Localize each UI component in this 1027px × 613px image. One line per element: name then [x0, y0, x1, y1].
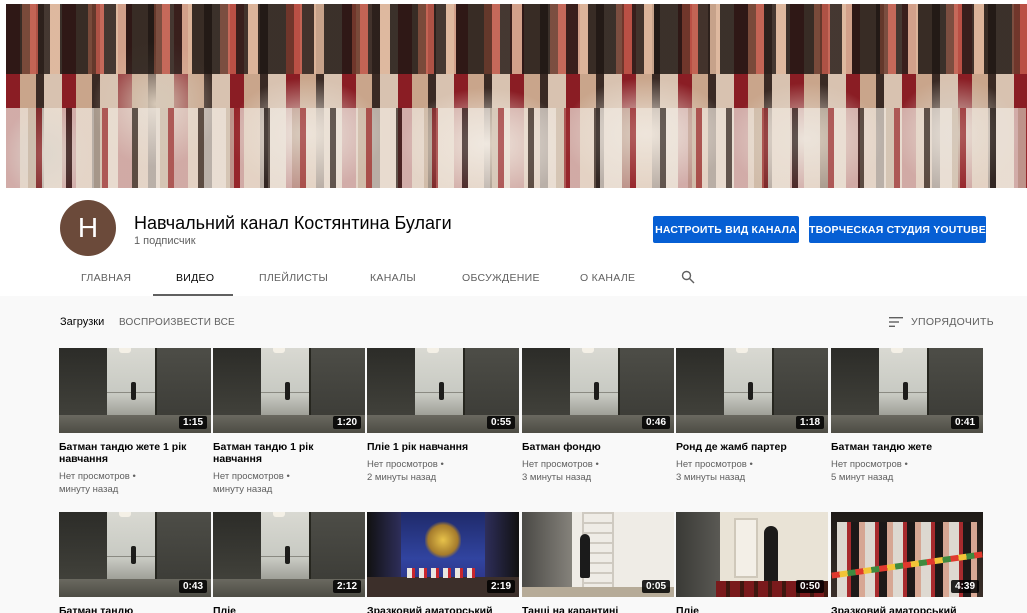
video-duration: 0:41	[950, 416, 979, 429]
video-title[interactable]: Пліе	[213, 605, 365, 613]
video-views: Нет просмотров •	[213, 471, 290, 482]
subscriber-count: 1 подписчик	[134, 235, 196, 247]
channel-tabs: ГЛАВНАЯ ВИДЕО ПЛЕЙЛИСТЫ КАНАЛЫ ОБСУЖДЕНИ…	[0, 262, 1027, 296]
channel-name: Навчальний канал Костянтина Булаги	[134, 213, 452, 233]
video-time: 3 минуты назад	[676, 472, 746, 483]
video-thumbnail[interactable]: 0:50	[676, 512, 828, 597]
video-card[interactable]: 2:19 Зразковий аматорський	[367, 512, 519, 613]
video-thumbnail[interactable]: 0:43	[59, 512, 211, 597]
tab-discussion[interactable]: ОБСУЖДЕНИЕ	[462, 272, 540, 284]
video-title[interactable]: Батман тандю	[59, 605, 211, 613]
video-title[interactable]: Зразковий аматорський	[831, 605, 983, 613]
video-card[interactable]: 0:50 Пліе	[676, 512, 828, 613]
video-title[interactable]: Ронд де жамб партер	[676, 441, 828, 453]
video-duration: 0:46	[641, 416, 670, 429]
video-time: минуту назад	[213, 484, 273, 495]
video-duration: 0:43	[178, 580, 207, 593]
sort-button[interactable]: УПОРЯДОЧИТЬ	[911, 316, 994, 328]
search-icon[interactable]	[681, 270, 695, 284]
video-thumbnail[interactable]: 1:15	[59, 348, 211, 433]
video-duration: 1:18	[795, 416, 824, 429]
video-title[interactable]: Батман тандю жете	[831, 441, 983, 453]
avatar-letter: Н	[77, 212, 99, 243]
video-title[interactable]: Пліе 1 рік навчання	[367, 441, 519, 453]
video-card[interactable]: 2:12 Пліе	[213, 512, 365, 613]
video-thumbnail[interactable]: 1:20	[213, 348, 365, 433]
video-card[interactable]: 1:15 Батман тандю жете 1 рік навчання Не…	[59, 348, 211, 496]
video-views: Нет просмотров •	[676, 459, 753, 470]
video-time: 3 минуты назад	[522, 472, 592, 483]
video-views: Нет просмотров •	[59, 471, 136, 482]
video-time: 2 минуты назад	[367, 472, 437, 483]
uploads-label: Загрузки	[60, 316, 105, 328]
video-thumbnail[interactable]: 2:12	[213, 512, 365, 597]
channel-banner	[6, 4, 1027, 188]
video-time: минуту назад	[59, 484, 119, 495]
video-views: Нет просмотров •	[831, 459, 908, 470]
channel-avatar[interactable]: Н	[60, 200, 116, 256]
video-views: Нет просмотров •	[522, 459, 599, 470]
video-duration: 1:15	[178, 416, 207, 429]
tab-videos[interactable]: ВИДЕО	[176, 272, 214, 284]
tab-home[interactable]: ГЛАВНАЯ	[81, 272, 131, 284]
youtube-studio-button[interactable]: ТВОРЧЕСКАЯ СТУДИЯ YOUTUBE	[809, 216, 986, 243]
video-thumbnail[interactable]: 4:39	[831, 512, 983, 597]
video-duration: 0:05	[641, 580, 670, 593]
video-card[interactable]: 0:46 Батман фондю Нет просмотров • 3 мину…	[522, 348, 674, 484]
video-duration: 2:19	[486, 580, 515, 593]
video-card[interactable]: 0:55 Пліе 1 рік навчання Нет просмотров …	[367, 348, 519, 484]
video-time: 5 минут назад	[831, 472, 894, 483]
customize-channel-button[interactable]: НАСТРОИТЬ ВИД КАНАЛА	[653, 216, 799, 243]
video-thumbnail[interactable]: 0:55	[367, 348, 519, 433]
video-title[interactable]: Зразковий аматорський	[367, 605, 519, 613]
video-duration: 0:55	[486, 416, 515, 429]
video-card[interactable]: 0:41 Батман тандю жете Нет просмотров • 5…	[831, 348, 983, 484]
video-card[interactable]: 4:39 Зразковий аматорський	[831, 512, 983, 613]
video-duration: 4:39	[950, 580, 979, 593]
video-duration: 1:20	[332, 416, 361, 429]
video-views: Нет просмотров •	[367, 459, 444, 470]
video-card[interactable]: 1:20 Батман тандю 1 рік навчання Нет про…	[213, 348, 365, 496]
video-title[interactable]: Батман фондю	[522, 441, 674, 453]
video-thumbnail[interactable]: 0:41	[831, 348, 983, 433]
video-title[interactable]: Батман тандю 1 рік навчання	[213, 441, 365, 465]
tab-about[interactable]: О КАНАЛЕ	[580, 272, 635, 284]
tab-playlists[interactable]: ПЛЕЙЛИСТЫ	[259, 272, 328, 284]
video-thumbnail[interactable]: 0:05	[522, 512, 674, 597]
video-duration: 2:12	[332, 580, 361, 593]
video-duration: 0:50	[795, 580, 824, 593]
video-title[interactable]: Пліе	[676, 605, 828, 613]
tab-channels[interactable]: КАНАЛЫ	[370, 272, 416, 284]
video-thumbnail[interactable]: 2:19	[367, 512, 519, 597]
video-card[interactable]: 1:18 Ронд де жамб партер Нет просмотров …	[676, 348, 828, 484]
video-thumbnail[interactable]: 0:46	[522, 348, 674, 433]
video-title[interactable]: Батман тандю жете 1 рік навчання	[59, 441, 211, 465]
video-card[interactable]: 0:05 Танці на карантині	[522, 512, 674, 613]
video-title[interactable]: Танці на карантині	[522, 605, 674, 613]
play-all-button[interactable]: ВОСПРОИЗВЕСТИ ВСЕ	[119, 317, 235, 328]
video-card[interactable]: 0:43 Батман тандю	[59, 512, 211, 613]
video-thumbnail[interactable]: 1:18	[676, 348, 828, 433]
sort-icon[interactable]	[889, 317, 903, 327]
